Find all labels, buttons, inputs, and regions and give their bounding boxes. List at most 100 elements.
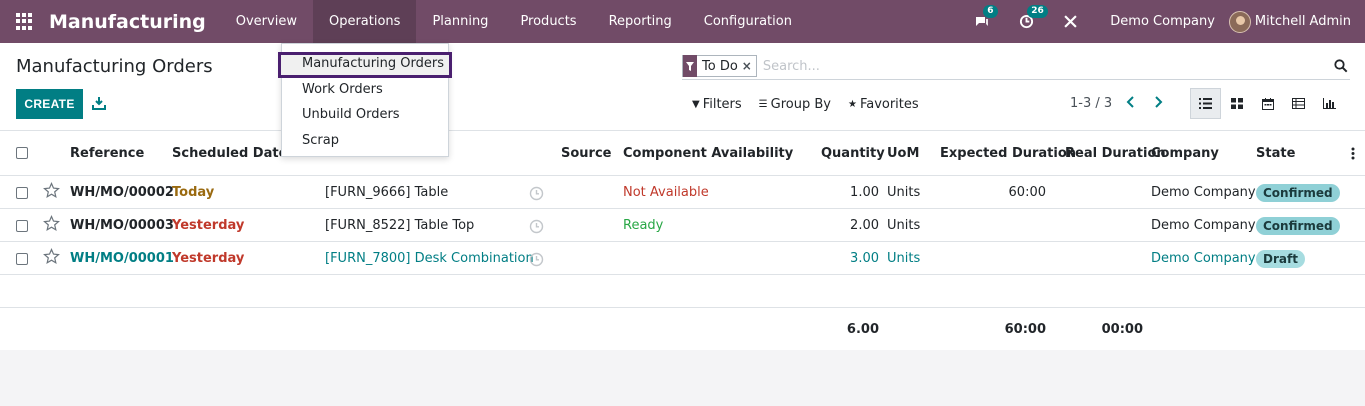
favorites-label: Favorites: [859, 97, 919, 112]
messages-icon[interactable]: 6: [972, 4, 998, 32]
reference: WH/MO/00002: [70, 185, 174, 200]
search-bar: To Do ×: [682, 53, 1350, 80]
menu-configuration[interactable]: Configuration: [688, 0, 808, 43]
col-uom[interactable]: UoM: [887, 146, 919, 161]
status-badge: Confirmed: [1256, 184, 1340, 202]
company: Demo Company: [1151, 251, 1256, 266]
bars-icon: ☰: [758, 99, 768, 110]
optional-columns-icon[interactable]: [1351, 147, 1355, 160]
product: [FURN_7800] Desk Combination: [325, 251, 534, 266]
priority-star-icon[interactable]: [43, 215, 60, 232]
scheduled-date: Yesterday: [172, 218, 245, 233]
pivot-view-icon[interactable]: [1283, 88, 1314, 119]
scheduled-date: Yesterday: [172, 251, 245, 266]
component-availability: Ready: [623, 218, 664, 233]
component-availability: Not Available: [623, 185, 709, 200]
menu-planning[interactable]: Planning: [416, 0, 504, 43]
messages-count-badge: 6: [983, 4, 998, 18]
col-reference[interactable]: Reference: [70, 146, 144, 161]
company: Demo Company: [1151, 185, 1256, 200]
operations-dropdown: Manufacturing Orders Work Orders Unbuild…: [278, 43, 452, 157]
empty-row: [0, 275, 1365, 308]
priority-star-icon[interactable]: [43, 248, 60, 265]
star-icon: ★: [847, 99, 857, 110]
pager-previous-icon[interactable]: [1125, 95, 1137, 109]
dropdown-item-manufacturing-orders[interactable]: Manufacturing Orders: [302, 56, 444, 71]
activity-clock-icon[interactable]: [529, 186, 544, 201]
menu-overview[interactable]: Overview: [220, 0, 313, 43]
kanban-view-icon[interactable]: [1221, 88, 1252, 119]
page-title: Manufacturing Orders: [16, 56, 213, 77]
row-checkbox[interactable]: [16, 187, 28, 199]
facet-close-icon[interactable]: ×: [742, 59, 756, 73]
scheduled-date: Today: [172, 185, 215, 200]
status-badge: Draft: [1256, 250, 1305, 268]
quantity: 3.00: [850, 251, 879, 266]
favorites-button[interactable]: ★ Favorites: [848, 97, 919, 112]
funnel-icon: ▼: [692, 99, 700, 110]
priority-star-icon[interactable]: [43, 182, 60, 199]
total-quantity: 6.00: [846, 322, 879, 337]
top-navbar: Manufacturing Overview Operations Planni…: [0, 0, 1365, 43]
table-header: Reference Scheduled Date Source Componen…: [0, 131, 1365, 176]
col-source[interactable]: Source: [561, 146, 611, 161]
col-quantity[interactable]: Quantity: [821, 146, 885, 161]
quantity: 2.00: [850, 218, 879, 233]
filters-label: Filters: [702, 97, 742, 112]
uom: Units: [887, 218, 921, 233]
pager-value[interactable]: 1-3 / 3: [1070, 96, 1112, 111]
activities-count-badge: 26: [1027, 4, 1048, 18]
user-name: Mitchell Admin: [1254, 14, 1351, 29]
row-checkbox[interactable]: [16, 253, 28, 265]
app-title[interactable]: Manufacturing: [49, 11, 206, 33]
filter-facet-icon: [683, 55, 697, 77]
uom: Units: [887, 251, 921, 266]
status-badge: Confirmed: [1256, 217, 1340, 235]
activity-clock-icon[interactable]: [529, 219, 544, 234]
dropdown-item-work-orders[interactable]: Work Orders: [302, 82, 383, 97]
total-expected-duration: 60:00: [1004, 322, 1046, 337]
col-state[interactable]: State: [1256, 146, 1295, 161]
group-by-button[interactable]: ☰ Group By: [759, 97, 831, 112]
apps-menu-icon[interactable]: [16, 12, 34, 31]
list-view: Reference Scheduled Date Source Componen…: [0, 131, 1365, 350]
table-row[interactable]: WH/MO/00001 Yesterday [FURN_7800] Desk C…: [0, 242, 1365, 275]
pager-next-icon[interactable]: [1152, 95, 1164, 109]
reference: WH/MO/00001: [70, 251, 174, 266]
product: [FURN_8522] Table Top: [325, 218, 475, 233]
debug-tools-icon[interactable]: [1060, 12, 1080, 32]
menu-operations[interactable]: Operations: [312, 0, 417, 43]
quantity: 1.00: [850, 185, 879, 200]
col-component-availability[interactable]: Component Availability: [623, 146, 793, 161]
calendar-view-icon[interactable]: [1252, 88, 1283, 119]
product: [FURN_9666] Table: [325, 185, 449, 200]
search-icon[interactable]: [1334, 59, 1348, 73]
download-icon[interactable]: [92, 96, 106, 110]
filters-button[interactable]: ▼ Filters: [692, 97, 742, 112]
search-input[interactable]: [762, 58, 1334, 74]
col-company[interactable]: Company: [1151, 146, 1219, 161]
uom: Units: [887, 185, 921, 200]
table-row[interactable]: WH/MO/00003 Yesterday [FURN_8522] Table …: [0, 209, 1365, 242]
group-by-label: Group By: [770, 97, 831, 112]
company-switcher[interactable]: Demo Company: [1110, 14, 1215, 29]
dropdown-item-unbuild-orders[interactable]: Unbuild Orders: [302, 107, 400, 122]
facet-label: To Do: [702, 58, 738, 74]
menu-reporting[interactable]: Reporting: [593, 0, 688, 43]
table-row[interactable]: WH/MO/00002 Today [FURN_9666] Table Not …: [0, 176, 1365, 209]
col-expected-duration[interactable]: Expected Duration: [940, 146, 1076, 161]
list-view-icon[interactable]: [1190, 88, 1221, 119]
menu-products[interactable]: Products: [504, 0, 592, 43]
select-all-checkbox[interactable]: [16, 147, 28, 159]
activities-clock-icon[interactable]: 26: [1016, 4, 1048, 32]
main-menu: Overview Operations Planning Products Re…: [220, 0, 808, 43]
row-checkbox[interactable]: [16, 220, 28, 232]
col-scheduled-date[interactable]: Scheduled Date: [172, 146, 287, 161]
graph-view-icon[interactable]: [1314, 88, 1345, 119]
create-button[interactable]: CREATE: [16, 89, 83, 119]
view-switcher: [1190, 88, 1345, 119]
table-footer-totals: 6.00 60:00 00:00: [0, 308, 1365, 350]
dropdown-item-scrap[interactable]: Scrap: [302, 133, 339, 148]
activity-clock-icon[interactable]: [529, 252, 544, 267]
user-menu[interactable]: Mitchell Admin: [1228, 10, 1351, 33]
